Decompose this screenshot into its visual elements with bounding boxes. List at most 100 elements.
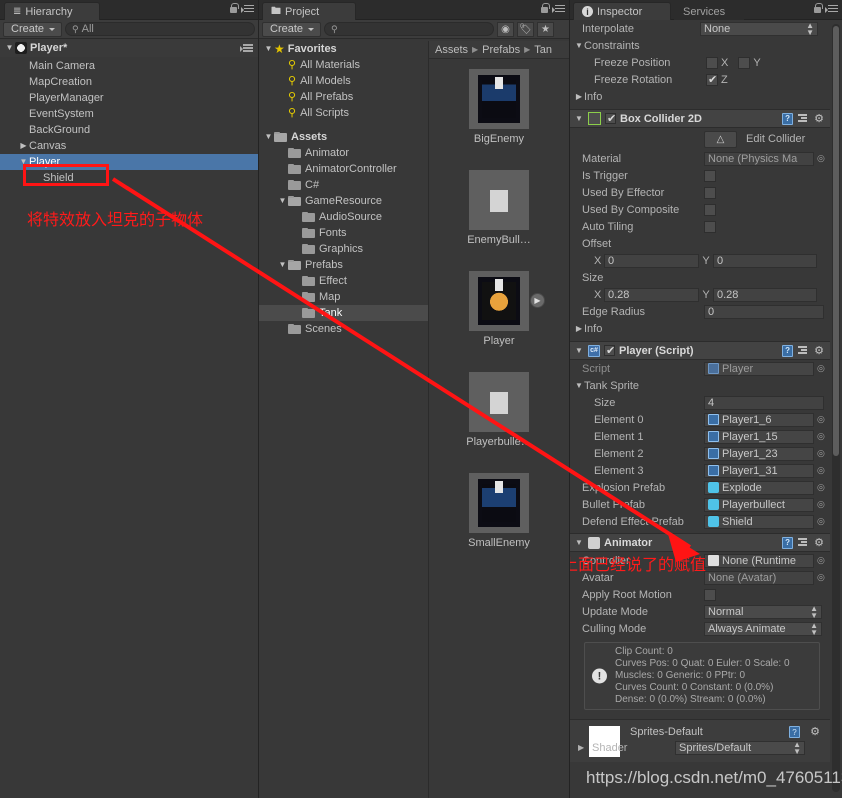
project-inspector-divider[interactable] bbox=[569, 0, 570, 798]
project-tree-item-all-scripts[interactable]: ▶⚲All Scripts bbox=[259, 105, 428, 121]
lock-icon[interactable] bbox=[813, 3, 823, 14]
object-picker-icon[interactable]: ◎ bbox=[817, 516, 825, 527]
edge-radius-input[interactable]: 0 bbox=[704, 304, 824, 319]
rigidbody-info-foldout[interactable]: ▶ Info bbox=[570, 88, 830, 105]
chevron-down-icon[interactable]: ▼ bbox=[18, 154, 29, 170]
offset-x-input[interactable]: 0 bbox=[604, 253, 699, 268]
asset-item[interactable]: ▶ Player bbox=[429, 271, 569, 347]
tank-sprite-element-field[interactable]: Player1_23 bbox=[704, 446, 814, 461]
chevron-down-icon[interactable]: ▼ bbox=[4, 40, 15, 56]
avatar-field[interactable]: None (Avatar) bbox=[704, 570, 814, 585]
breadcrumb-item[interactable]: Assets bbox=[435, 44, 468, 56]
inspector-scrollbar-track[interactable] bbox=[832, 24, 840, 792]
project-tree-item-gameresource[interactable]: ▼ GameResource bbox=[259, 193, 428, 209]
hierarchy-item-background[interactable]: ▶BackGround bbox=[0, 122, 258, 138]
hierarchy-item-playermanager[interactable]: ▶PlayerManager bbox=[0, 90, 258, 106]
project-tree-item-animator[interactable]: ▶Animator bbox=[259, 145, 428, 161]
object-picker-icon[interactable]: ◎ bbox=[817, 499, 825, 510]
gear-icon[interactable]: ⚙ bbox=[810, 725, 820, 738]
player-script-ref-field[interactable]: Shield bbox=[704, 514, 814, 529]
gear-icon[interactable]: ⚙ bbox=[814, 536, 824, 549]
freeze-position-y-checkbox[interactable] bbox=[738, 56, 751, 69]
size-y-input[interactable]: 0.28 bbox=[713, 287, 817, 302]
preset-icon[interactable] bbox=[798, 537, 809, 548]
animator-header[interactable]: ▼ Animator ? ⚙ bbox=[570, 533, 830, 552]
constraints-foldout[interactable]: ▼ Constraints bbox=[570, 37, 830, 54]
collider-material-field[interactable]: None (Physics Ma bbox=[704, 151, 814, 166]
player-script-ref-field[interactable]: Playerbullect bbox=[704, 497, 814, 512]
play-icon[interactable]: ▶ bbox=[530, 293, 545, 308]
used-by-composite-checkbox[interactable] bbox=[704, 203, 716, 216]
object-picker-icon[interactable]: ◎ bbox=[817, 363, 825, 374]
breadcrumb-item[interactable]: Prefabs bbox=[482, 44, 520, 56]
chevron-down-icon[interactable]: ▼ bbox=[277, 257, 288, 273]
freeze-position-x-checkbox[interactable] bbox=[706, 56, 718, 69]
tab-services[interactable]: Services bbox=[674, 2, 744, 20]
object-picker-icon[interactable]: ◎ bbox=[817, 153, 825, 164]
panel-menu-icon[interactable] bbox=[825, 4, 838, 14]
object-picker-icon[interactable]: ◎ bbox=[817, 482, 825, 493]
player-script-header[interactable]: ▼ c# Player (Script) ? ⚙ bbox=[570, 341, 830, 360]
tab-project[interactable]: 🖿 Project bbox=[262, 2, 356, 20]
chevron-down-icon[interactable]: ▼ bbox=[263, 129, 274, 145]
project-search-input[interactable]: ⚲ bbox=[324, 22, 495, 36]
tank-sprite-size-input[interactable]: 4 bbox=[704, 395, 824, 410]
help-icon[interactable]: ? bbox=[782, 344, 794, 357]
help-icon[interactable]: ? bbox=[782, 112, 794, 125]
chevron-down-icon[interactable]: ▼ bbox=[277, 193, 288, 209]
tank-sprite-foldout[interactable]: ▼ Tank Sprite bbox=[570, 377, 830, 394]
inspector-scrollbar-thumb[interactable] bbox=[833, 26, 839, 456]
favorites-filter-icon[interactable]: ◉ bbox=[497, 21, 515, 37]
object-picker-icon[interactable]: ◎ bbox=[817, 555, 825, 566]
star-filter-icon[interactable]: ★ bbox=[537, 21, 555, 37]
scene-menu-icon[interactable] bbox=[240, 43, 253, 53]
shader-dropdown[interactable]: Sprites/Default ▲ ▼ bbox=[675, 741, 805, 756]
script-field[interactable]: Player bbox=[704, 361, 814, 376]
object-picker-icon[interactable]: ◎ bbox=[817, 465, 825, 476]
project-tree-item-fonts[interactable]: ▶Fonts bbox=[259, 225, 428, 241]
size-x-input[interactable]: 0.28 bbox=[604, 287, 699, 302]
project-tree-item-prefabs[interactable]: ▼ Prefabs bbox=[259, 257, 428, 273]
project-tree-item-graphics[interactable]: ▶Graphics bbox=[259, 241, 428, 257]
is-trigger-checkbox[interactable] bbox=[704, 169, 716, 182]
box-collider-header[interactable]: ▼ Box Collider 2D ? ⚙ bbox=[570, 109, 830, 128]
box-collider-enabled-checkbox[interactable] bbox=[605, 112, 616, 125]
hierarchy-search-input[interactable]: ⚲ All bbox=[65, 22, 255, 36]
hierarchy-item-main-camera[interactable]: ▶Main Camera bbox=[0, 58, 258, 74]
hierarchy-create-button[interactable]: Create bbox=[3, 21, 63, 37]
project-tree-item-all-materials[interactable]: ▶⚲All Materials bbox=[259, 57, 428, 73]
help-icon[interactable]: ? bbox=[789, 726, 800, 738]
tab-hierarchy[interactable]: ≣ Hierarchy bbox=[4, 2, 100, 20]
object-picker-icon[interactable]: ◎ bbox=[817, 414, 825, 425]
freeze-rotation-z-checkbox[interactable] bbox=[706, 73, 718, 86]
project-tree-item-animatorcontroller[interactable]: ▶AnimatorController bbox=[259, 161, 428, 177]
project-tree-item-all-models[interactable]: ▶⚲All Models bbox=[259, 73, 428, 89]
hierarchy-item-canvas[interactable]: ▶ Canvas bbox=[0, 138, 258, 154]
lock-icon[interactable] bbox=[229, 3, 239, 14]
project-tree-item-favorites[interactable]: ▼ ★ Favorites bbox=[259, 41, 428, 57]
hierarchy-item-eventsystem[interactable]: ▶EventSystem bbox=[0, 106, 258, 122]
project-tree-item-c-[interactable]: ▶C# bbox=[259, 177, 428, 193]
player-script-enabled-checkbox[interactable] bbox=[604, 344, 615, 357]
hierarchy-item-mapcreation[interactable]: ▶MapCreation bbox=[0, 74, 258, 90]
chevron-down-icon[interactable]: ▼ bbox=[263, 41, 274, 57]
player-script-ref-field[interactable]: Explode bbox=[704, 480, 814, 495]
label-filter-icon[interactable]: 🏷 bbox=[517, 21, 535, 37]
project-tree-item-tank[interactable]: ▶Tank bbox=[259, 305, 428, 321]
used-by-effector-checkbox[interactable] bbox=[704, 186, 716, 199]
update-mode-dropdown[interactable]: Normal ▲ ▼ bbox=[704, 604, 822, 619]
gear-icon[interactable]: ⚙ bbox=[814, 344, 824, 357]
hierarchy-item-shield[interactable]: ▶Shield bbox=[0, 170, 258, 186]
hierarchy-project-divider[interactable] bbox=[258, 0, 259, 798]
collider-info-foldout[interactable]: ▶ Info bbox=[570, 320, 830, 337]
asset-item[interactable]: BigEnemy bbox=[429, 69, 569, 145]
controller-field[interactable]: None (Runtime bbox=[704, 553, 814, 568]
hierarchy-scene-root[interactable]: ▼ Player* bbox=[0, 39, 258, 57]
chevron-right-icon[interactable]: ▶ bbox=[578, 743, 584, 752]
gear-icon[interactable]: ⚙ bbox=[814, 112, 824, 125]
panel-menu-icon[interactable] bbox=[552, 4, 565, 14]
interpolate-dropdown[interactable]: None ▲ ▼ bbox=[700, 21, 818, 36]
project-tree-item-all-prefabs[interactable]: ▶⚲All Prefabs bbox=[259, 89, 428, 105]
breadcrumb-item[interactable]: Tan bbox=[534, 44, 552, 56]
preset-icon[interactable] bbox=[798, 113, 809, 124]
